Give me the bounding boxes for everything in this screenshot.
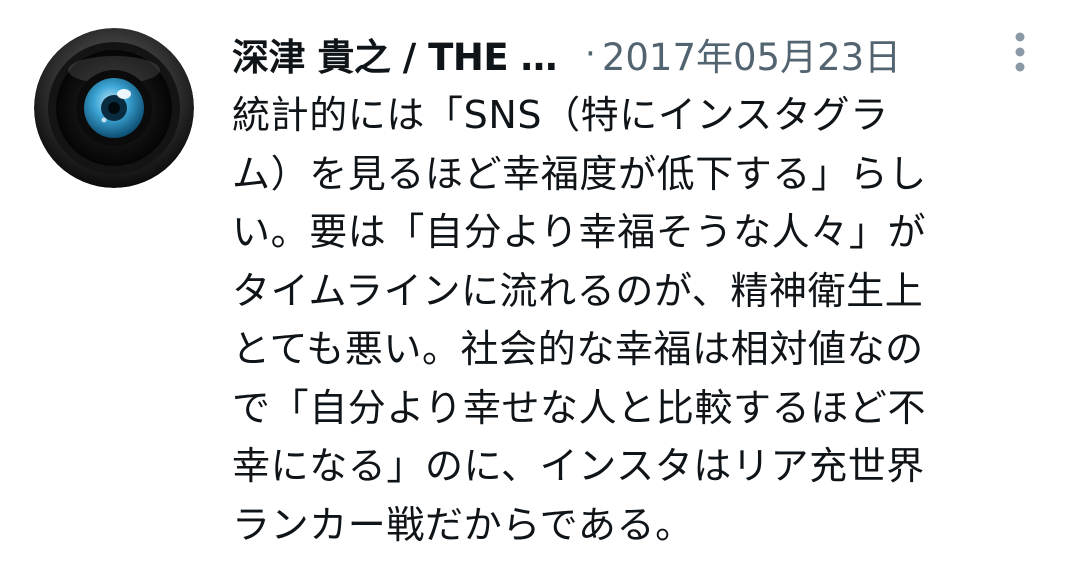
tweet-text: 統計的には「SNS（特にインスタグラ ム）を見るほど幸福度が低下する」らし い。… [232,86,1038,554]
avatar[interactable] [34,28,194,188]
camera-lens-icon [34,28,194,188]
tweet-text-line: い。要は「自分より幸福そうな人々」が [232,210,927,254]
tweet-text-line: とても悪い。社会的な幸福は相対値なの [232,327,924,371]
tweet[interactable]: 深津 貴之 / THE … · 2017年05月23日 統計的には「SNS（特に… [0,0,1080,576]
vertical-ellipsis-icon [1015,32,1025,72]
more-options-button[interactable] [1000,30,1040,74]
tweet-text-line: ム）を見るほど幸福度が低下する」らし [232,151,927,196]
display-name[interactable]: 深津 貴之 / THE … [232,27,558,81]
tweet-text-line: で「自分より幸せな人と比較するほど不 [232,385,927,430]
tweet-text-line: タイムラインに流れるのが、精神衛生上 [232,268,924,313]
tweet-date[interactable]: 2017年05月23日 [602,27,901,81]
tweet-text-line: 統計的には「SNS（特にインスタグラ [232,93,889,137]
tweet-text-line: 幸になる」のに、インスタはリア充世界 [232,444,925,488]
tweet-header: 深津 貴之 / THE … · 2017年05月23日 [232,22,1022,86]
tweet-text-line: ランカー戦だからである。 [232,502,694,547]
separator-dot: · [585,34,596,74]
